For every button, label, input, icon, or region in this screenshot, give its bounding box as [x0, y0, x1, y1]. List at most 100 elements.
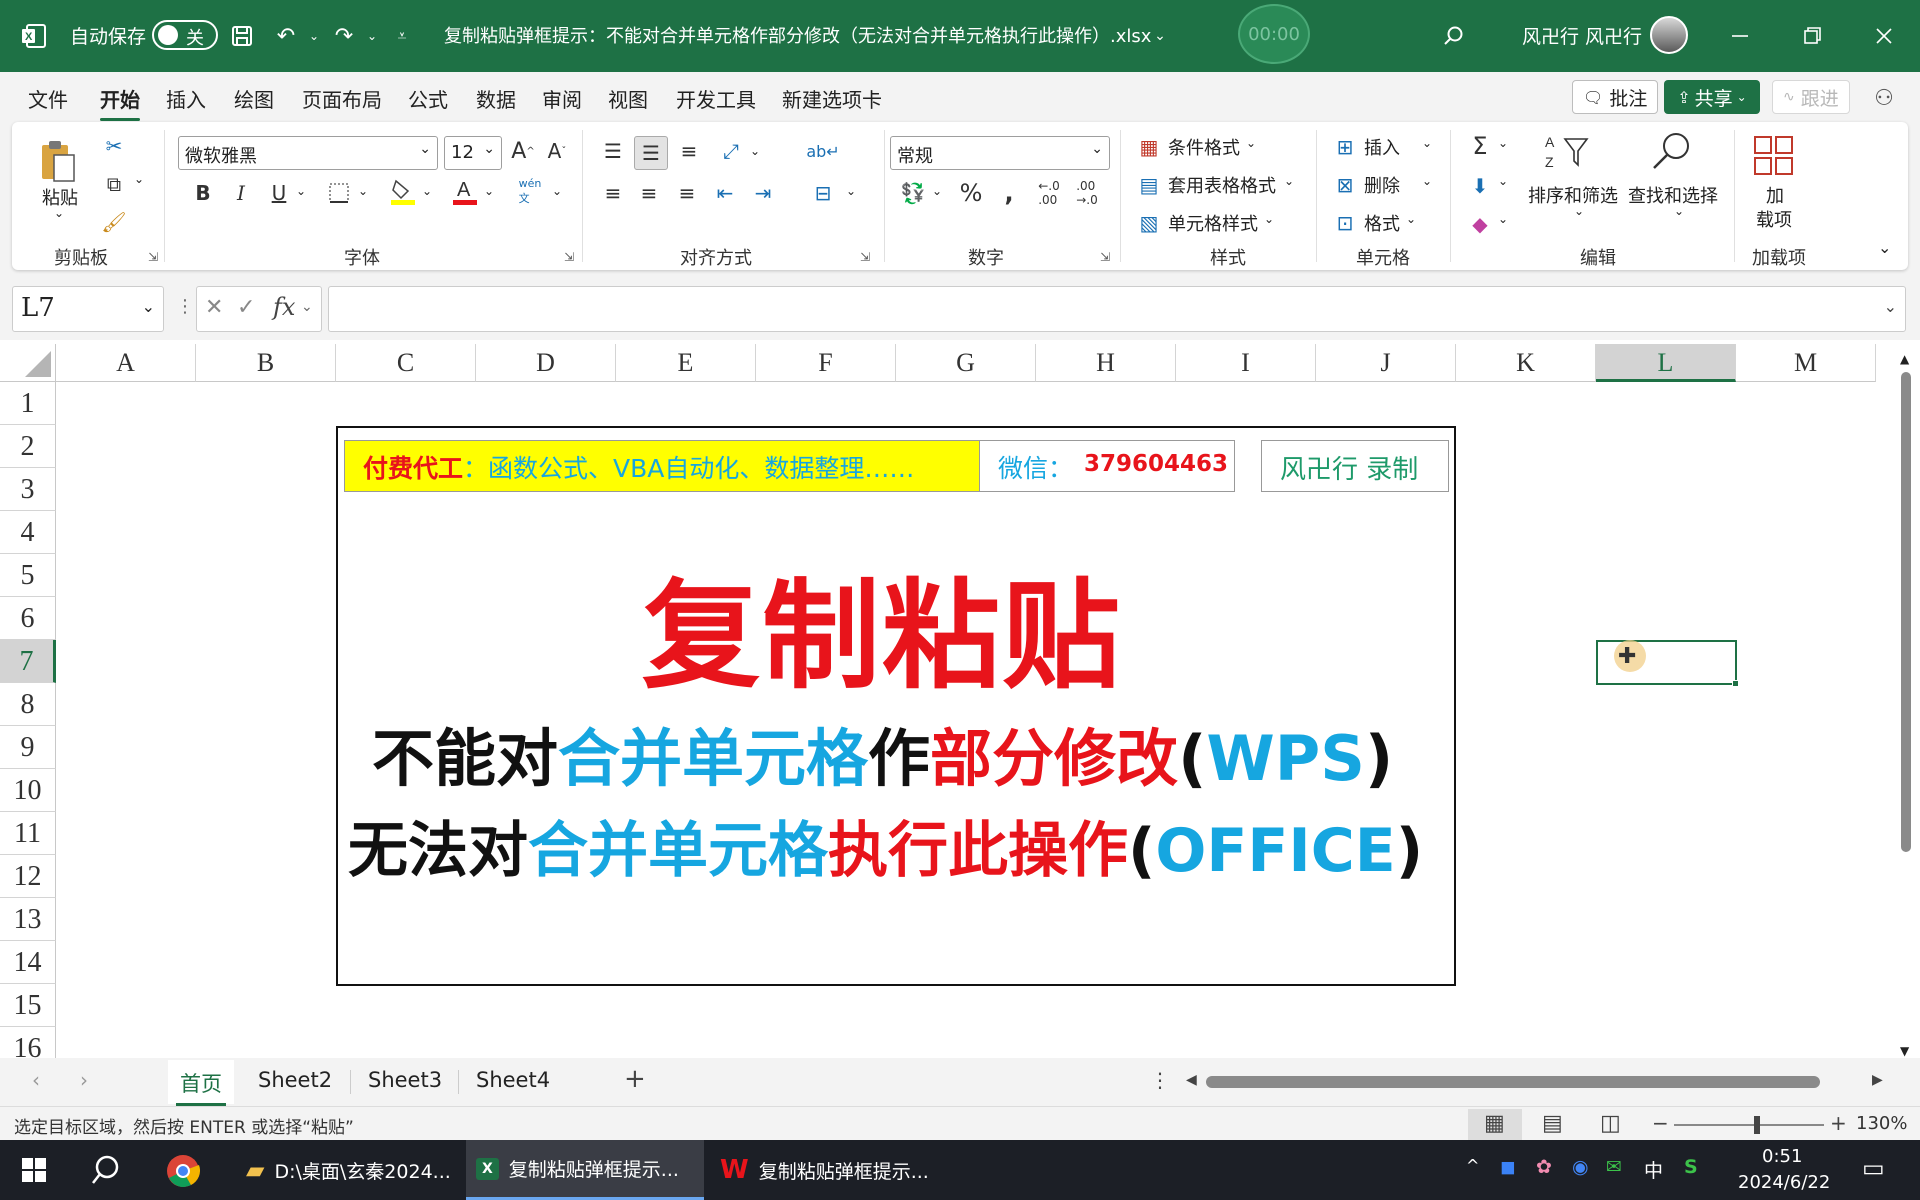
sort-filter-icon[interactable]: AZ [1542, 130, 1592, 174]
horizontal-scroll-thumb[interactable] [1206, 1076, 1820, 1088]
increase-indent-icon[interactable]: ⇥ [748, 178, 778, 208]
tray-flower-icon[interactable]: ✿ [1536, 1156, 1552, 1178]
title-banner[interactable]: 付费代工 ：函数公式、VBA自动化、数据整理…… 微信： 379604463 风… [336, 426, 1456, 986]
align-middle-icon[interactable]: ☰ [634, 136, 668, 170]
border-dropdown-icon[interactable]: ⌄ [358, 184, 368, 198]
insert-cells-button[interactable]: 插入 [1364, 134, 1400, 160]
row-header[interactable]: 14 [0, 941, 56, 984]
align-bottom-icon[interactable]: ≡ [674, 136, 704, 166]
column-header[interactable]: A [56, 344, 196, 382]
page-layout-view-icon[interactable]: ▤ [1542, 1111, 1563, 1136]
taskbar-explorer[interactable]: ▰ D:\桌面\玄秦2024... [236, 1140, 458, 1200]
chevron-down-icon[interactable]: ⌄ [1264, 212, 1274, 226]
tray-app-icon[interactable]: ◼ [1500, 1156, 1516, 1178]
addins-button-line2[interactable]: 载项 [1756, 206, 1792, 232]
column-header[interactable]: L [1596, 344, 1736, 382]
row-header[interactable]: 6 [0, 597, 56, 640]
clear-icon[interactable]: ◆ [1466, 210, 1494, 238]
wrap-text-icon[interactable]: ab↵ [806, 136, 839, 166]
sheet-tab-home[interactable]: 首页 [176, 1068, 226, 1106]
underline-dropdown-icon[interactable]: ⌄ [296, 184, 306, 198]
format-cells-icon[interactable]: ⊡ [1332, 210, 1358, 236]
dialog-launcher-icon[interactable]: ⇲ [148, 250, 158, 264]
merge-dropdown-icon[interactable]: ⌄ [846, 184, 856, 198]
format-cells-button[interactable]: 格式 [1364, 210, 1400, 236]
orientation-icon[interactable]: ⤢ [716, 136, 746, 166]
minimize-icon[interactable] [1722, 18, 1758, 54]
column-header[interactable]: H [1036, 344, 1176, 382]
prev-sheet-icon[interactable]: ‹ [32, 1068, 40, 1092]
phonetic-icon[interactable]: wén 文 [514, 174, 546, 208]
border-icon[interactable] [324, 178, 354, 208]
chevron-down-icon[interactable]: ⌄ [1498, 174, 1508, 188]
font-family-select[interactable]: 微软雅黑 ⌄ [178, 136, 438, 170]
next-sheet-icon[interactable]: › [80, 1068, 88, 1092]
select-all-button[interactable] [0, 344, 56, 382]
zoom-out-icon[interactable]: − [1652, 1111, 1669, 1135]
addins-icon[interactable] [1752, 134, 1796, 178]
taskbar-search-icon[interactable] [90, 1154, 120, 1190]
sogou-icon[interactable]: S [1684, 1156, 1698, 1178]
sheet-tab-sheet4[interactable]: Sheet4 [476, 1068, 550, 1092]
conditional-format-icon[interactable]: ▦ [1136, 134, 1162, 160]
bold-button[interactable]: B [188, 178, 218, 208]
column-header[interactable]: D [476, 344, 616, 382]
chevron-down-icon[interactable]: ⌄ [1422, 136, 1432, 150]
column-header[interactable]: K [1456, 344, 1596, 382]
notification-icon[interactable]: ▭ [1862, 1154, 1885, 1182]
merge-center-icon[interactable]: ⊟ [808, 178, 838, 208]
tab-page-layout[interactable]: 页面布局 [302, 84, 382, 113]
wechat-tray-icon[interactable]: ✉ [1606, 1156, 1622, 1178]
dialog-launcher-icon[interactable]: ⇲ [860, 250, 870, 264]
row-header[interactable]: 16 [0, 1027, 56, 1058]
coauthor-icon[interactable]: ⚇ [1866, 80, 1902, 116]
follow-button[interactable]: ∿ 跟进 [1772, 80, 1850, 114]
format-as-table-button[interactable]: 套用表格格式 [1168, 172, 1276, 198]
zoom-slider-thumb[interactable] [1754, 1116, 1760, 1134]
fill-dropdown-icon[interactable]: ⌄ [422, 184, 432, 198]
addins-button-line1[interactable]: 加 [1766, 182, 1784, 208]
column-header[interactable]: J [1316, 344, 1456, 382]
chrome-icon[interactable] [166, 1154, 201, 1192]
name-box[interactable]: L7 ⌄ [12, 286, 164, 332]
row-header[interactable]: 1 [0, 382, 56, 425]
tab-insert[interactable]: 插入 [166, 84, 206, 113]
fill-handle[interactable] [1732, 680, 1739, 687]
increase-font-icon[interactable]: A ^ [508, 136, 538, 166]
fill-color-icon[interactable] [388, 176, 418, 206]
zoom-slider[interactable] [1674, 1116, 1824, 1134]
paste-dropdown-icon[interactable]: ⌄ [54, 206, 64, 220]
autosum-icon[interactable]: Σ [1466, 132, 1494, 160]
row-header[interactable]: 11 [0, 812, 56, 855]
row-header[interactable]: 4 [0, 511, 56, 554]
delete-cells-button[interactable]: 删除 [1364, 172, 1400, 198]
tab-developer[interactable]: 开发工具 [676, 84, 756, 113]
find-select-button[interactable]: 查找和选择 [1628, 182, 1718, 208]
vertical-scrollbar[interactable]: ▲ ▼ [1898, 352, 1918, 1058]
find-select-icon[interactable] [1646, 130, 1696, 174]
row-header[interactable]: 5 [0, 554, 56, 597]
tab-formulas[interactable]: 公式 [408, 84, 448, 113]
accounting-format-icon[interactable]: 💱 [896, 178, 930, 208]
insert-cells-icon[interactable]: ⊞ [1332, 134, 1358, 160]
paste-icon[interactable] [38, 136, 78, 186]
font-color-dropdown-icon[interactable]: ⌄ [484, 184, 494, 198]
save-icon[interactable] [224, 18, 260, 54]
tab-new[interactable]: 新建选项卡 [782, 84, 882, 113]
collapse-ribbon-icon[interactable]: ⌄ [1878, 238, 1891, 257]
tab-draw[interactable]: 绘图 [234, 84, 274, 113]
copy-icon[interactable]: ⧉ [100, 170, 128, 198]
chevron-down-icon[interactable]: ⌄ [1422, 174, 1432, 188]
tab-file[interactable]: 文件 [28, 84, 68, 113]
taskbar-excel[interactable]: X 复制粘贴弹框提示... [466, 1140, 704, 1200]
user-avatar[interactable] [1650, 16, 1688, 54]
chevron-down-icon[interactable]: ⌄ [1498, 212, 1508, 226]
close-icon[interactable] [1866, 18, 1902, 54]
font-color-icon[interactable]: A [450, 176, 480, 206]
tab-view[interactable]: 视图 [608, 84, 648, 113]
chevron-down-icon[interactable]: ⌄ [1284, 174, 1294, 188]
decrease-font-icon[interactable]: Aˇ [542, 136, 572, 166]
dialog-launcher-icon[interactable]: ⇲ [564, 250, 574, 264]
cell-styles-icon[interactable]: ▧ [1136, 210, 1162, 236]
user-name[interactable]: 风卍行 风卍行 [1522, 22, 1642, 49]
